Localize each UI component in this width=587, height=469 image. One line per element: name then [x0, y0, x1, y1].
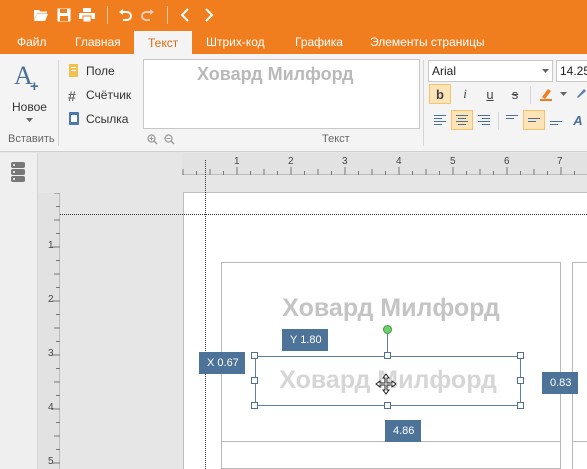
ruler-label: 2 — [48, 294, 54, 305]
back-icon[interactable] — [175, 5, 195, 25]
ruler-label: 5 — [450, 156, 456, 167]
move-cursor-icon — [375, 373, 397, 395]
toolbar-separator — [107, 6, 108, 24]
align-left-icon[interactable] — [429, 110, 451, 130]
new-button[interactable]: Новое — [12, 100, 47, 114]
valign-middle-icon[interactable] — [523, 110, 545, 130]
label-area-next — [572, 262, 587, 469]
valign-bottom-icon[interactable] — [545, 110, 567, 130]
rotation-stem — [387, 333, 388, 353]
insert-group-label: Вставить — [8, 133, 55, 145]
resize-handle-s[interactable] — [384, 402, 391, 409]
underline-button[interactable]: u — [479, 84, 501, 104]
right-margin-badge: 0.83 — [542, 372, 578, 394]
ribbon: A + Новое Вставить Поле # Счётчик Ссылка… — [0, 54, 587, 152]
brush-icon[interactable] — [569, 84, 587, 104]
ruler-label: 5 — [48, 456, 54, 467]
toolbar-separator — [167, 6, 168, 24]
y-position-badge: Y 1.80 — [282, 329, 328, 351]
left-panel — [0, 153, 38, 469]
tab-text[interactable]: Текст — [134, 31, 193, 54]
text-preview[interactable]: Ховард Милфорд — [143, 59, 420, 129]
font-size-value: 14.25 — [560, 64, 587, 78]
resize-handle-se[interactable] — [517, 402, 524, 409]
label-divider — [572, 441, 587, 442]
ribbon-separator — [423, 60, 424, 146]
ruler-label: 3 — [48, 348, 54, 359]
save-icon[interactable] — [54, 5, 74, 25]
font-family-select[interactable]: Arial — [428, 60, 553, 82]
link-button[interactable]: Ссылка — [86, 112, 128, 126]
zoom-out-icon[interactable] — [164, 134, 175, 145]
ribbon-separator — [530, 86, 531, 104]
resize-handle-sw[interactable] — [251, 402, 258, 409]
ruler-label: 1 — [48, 240, 54, 251]
align-center-icon[interactable] — [451, 110, 473, 130]
italic-button[interactable]: i — [454, 84, 476, 104]
ruler-label: 4 — [48, 402, 54, 413]
chevron-down-icon — [542, 69, 549, 73]
font-size-select[interactable]: 14.25 — [556, 60, 587, 82]
bold-button[interactable]: b — [429, 84, 451, 104]
highlight-icon[interactable] — [535, 84, 557, 104]
vertical-ruler: 1 2 3 4 5 — [38, 193, 60, 469]
chevron-down-icon[interactable] — [26, 118, 33, 122]
svg-text:+: + — [30, 78, 39, 92]
ruler-label: 2 — [288, 156, 294, 167]
print-icon[interactable] — [77, 5, 97, 25]
text-group-label: Текст — [322, 133, 350, 145]
resize-handle-e[interactable] — [517, 377, 524, 384]
redo-icon[interactable] — [138, 5, 158, 25]
ruler-label: 7 — [557, 156, 563, 167]
chevron-down-icon[interactable] — [560, 92, 567, 96]
font-family-value: Arial — [432, 64, 457, 78]
horizontal-guide — [60, 214, 587, 215]
ruler-label: 1 — [234, 156, 240, 167]
counter-icon: # — [68, 88, 76, 104]
link-icon — [68, 112, 80, 125]
tab-page-elements[interactable]: Элементы страницы — [370, 30, 485, 54]
resize-handle-ne[interactable] — [517, 352, 524, 359]
field-button[interactable]: Поле — [86, 64, 115, 78]
tab-graphics[interactable]: Графика — [295, 30, 343, 54]
rotation-handle[interactable] — [383, 325, 392, 334]
forward-icon[interactable] — [199, 5, 219, 25]
undo-icon[interactable] — [115, 5, 135, 25]
tab-barcode[interactable]: Штрих-код — [206, 30, 265, 54]
valign-top-icon[interactable] — [501, 110, 523, 130]
zoom-in-icon[interactable] — [147, 134, 158, 145]
x-position-badge: X 0.67 — [199, 352, 245, 374]
static-text-object[interactable]: Ховард Милфорд — [221, 294, 561, 323]
layers-icon[interactable] — [9, 161, 27, 183]
resize-handle-w[interactable] — [251, 377, 258, 384]
quick-access-toolbar — [0, 0, 587, 30]
align-right-icon[interactable] — [473, 110, 495, 130]
new-text-icon[interactable]: A + — [13, 62, 47, 92]
menu-tabs: Файл Главная Текст Штрих-код Графика Эле… — [0, 30, 587, 54]
resize-handle-n[interactable] — [384, 352, 391, 359]
counter-button[interactable]: Счётчик — [86, 88, 131, 102]
horizontal-ruler: 1 2 3 4 5 6 7 — [182, 153, 587, 175]
field-icon — [68, 64, 80, 77]
ribbon-separator — [498, 112, 499, 130]
ruler-label: 3 — [342, 156, 348, 167]
tab-home[interactable]: Главная — [75, 30, 121, 54]
ribbon-separator — [58, 60, 59, 146]
vertical-guide — [205, 160, 206, 469]
text-effect-icon[interactable]: A — [567, 110, 587, 130]
ruler-label: 4 — [396, 156, 402, 167]
resize-handle-nw[interactable] — [251, 352, 258, 359]
strikethrough-button[interactable]: s — [504, 84, 526, 104]
ruler-label: 6 — [504, 156, 510, 167]
width-badge: 4.86 — [385, 420, 421, 442]
folder-open-icon[interactable] — [31, 5, 51, 25]
tab-file[interactable]: Файл — [17, 30, 47, 54]
preview-text: Ховард Милфорд — [197, 64, 354, 84]
